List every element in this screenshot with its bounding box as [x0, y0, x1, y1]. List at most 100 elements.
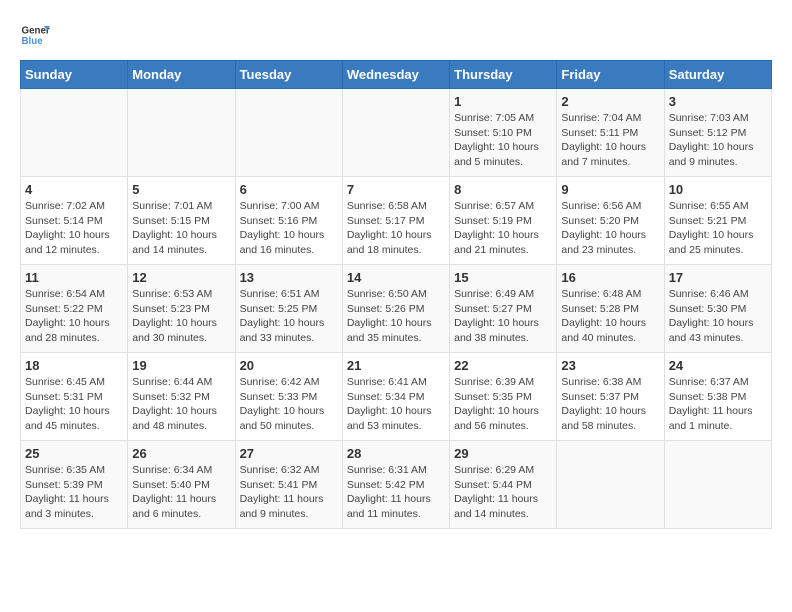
day-info: Sunrise: 6:56 AMSunset: 5:20 PMDaylight:… [561, 199, 659, 258]
day-number: 23 [561, 358, 659, 373]
calendar-cell: 21 Sunrise: 6:41 AMSunset: 5:34 PMDayligh… [342, 353, 449, 441]
day-info: Sunrise: 6:44 AMSunset: 5:32 PMDaylight:… [132, 375, 230, 434]
logo-icon: General Blue [20, 20, 50, 50]
calendar-cell [557, 441, 664, 529]
day-number: 8 [454, 182, 552, 197]
calendar-cell: 25 Sunrise: 6:35 AMSunset: 5:39 PMDayligh… [21, 441, 128, 529]
day-info: Sunrise: 7:01 AMSunset: 5:15 PMDaylight:… [132, 199, 230, 258]
calendar-cell: 29 Sunrise: 6:29 AMSunset: 5:44 PMDayligh… [450, 441, 557, 529]
calendar-cell: 28 Sunrise: 6:31 AMSunset: 5:42 PMDayligh… [342, 441, 449, 529]
calendar-week-row: 25 Sunrise: 6:35 AMSunset: 5:39 PMDayligh… [21, 441, 772, 529]
calendar-cell: 20 Sunrise: 6:42 AMSunset: 5:33 PMDayligh… [235, 353, 342, 441]
day-number: 15 [454, 270, 552, 285]
calendar-cell: 27 Sunrise: 6:32 AMSunset: 5:41 PMDayligh… [235, 441, 342, 529]
day-info: Sunrise: 6:54 AMSunset: 5:22 PMDaylight:… [25, 287, 123, 346]
calendar-week-row: 11 Sunrise: 6:54 AMSunset: 5:22 PMDayligh… [21, 265, 772, 353]
calendar-cell: 17 Sunrise: 6:46 AMSunset: 5:30 PMDayligh… [664, 265, 771, 353]
day-info: Sunrise: 6:55 AMSunset: 5:21 PMDaylight:… [669, 199, 767, 258]
weekday-header: Tuesday [235, 61, 342, 89]
day-number: 13 [240, 270, 338, 285]
day-info: Sunrise: 7:00 AMSunset: 5:16 PMDaylight:… [240, 199, 338, 258]
day-info: Sunrise: 6:53 AMSunset: 5:23 PMDaylight:… [132, 287, 230, 346]
calendar-cell: 1 Sunrise: 7:05 AMSunset: 5:10 PMDaylight… [450, 89, 557, 177]
day-info: Sunrise: 6:37 AMSunset: 5:38 PMDaylight:… [669, 375, 767, 434]
day-info: Sunrise: 7:03 AMSunset: 5:12 PMDaylight:… [669, 111, 767, 170]
day-number: 29 [454, 446, 552, 461]
day-number: 10 [669, 182, 767, 197]
calendar-cell: 24 Sunrise: 6:37 AMSunset: 5:38 PMDayligh… [664, 353, 771, 441]
day-number: 11 [25, 270, 123, 285]
day-number: 27 [240, 446, 338, 461]
day-number: 21 [347, 358, 445, 373]
calendar-cell: 4 Sunrise: 7:02 AMSunset: 5:14 PMDaylight… [21, 177, 128, 265]
calendar-cell: 8 Sunrise: 6:57 AMSunset: 5:19 PMDaylight… [450, 177, 557, 265]
day-info: Sunrise: 6:41 AMSunset: 5:34 PMDaylight:… [347, 375, 445, 434]
day-number: 14 [347, 270, 445, 285]
day-info: Sunrise: 6:35 AMSunset: 5:39 PMDaylight:… [25, 463, 123, 522]
day-number: 12 [132, 270, 230, 285]
calendar-cell: 2 Sunrise: 7:04 AMSunset: 5:11 PMDaylight… [557, 89, 664, 177]
calendar-cell: 7 Sunrise: 6:58 AMSunset: 5:17 PMDaylight… [342, 177, 449, 265]
calendar-table: SundayMondayTuesdayWednesdayThursdayFrid… [20, 60, 772, 529]
day-info: Sunrise: 7:02 AMSunset: 5:14 PMDaylight:… [25, 199, 123, 258]
day-number: 1 [454, 94, 552, 109]
logo: General Blue [20, 20, 50, 50]
calendar-cell: 19 Sunrise: 6:44 AMSunset: 5:32 PMDayligh… [128, 353, 235, 441]
day-number: 6 [240, 182, 338, 197]
day-number: 17 [669, 270, 767, 285]
day-info: Sunrise: 6:38 AMSunset: 5:37 PMDaylight:… [561, 375, 659, 434]
day-info: Sunrise: 7:05 AMSunset: 5:10 PMDaylight:… [454, 111, 552, 170]
calendar-cell: 11 Sunrise: 6:54 AMSunset: 5:22 PMDayligh… [21, 265, 128, 353]
day-info: Sunrise: 6:29 AMSunset: 5:44 PMDaylight:… [454, 463, 552, 522]
day-info: Sunrise: 6:45 AMSunset: 5:31 PMDaylight:… [25, 375, 123, 434]
weekday-header: Monday [128, 61, 235, 89]
day-number: 18 [25, 358, 123, 373]
day-info: Sunrise: 6:42 AMSunset: 5:33 PMDaylight:… [240, 375, 338, 434]
day-info: Sunrise: 6:32 AMSunset: 5:41 PMDaylight:… [240, 463, 338, 522]
day-number: 19 [132, 358, 230, 373]
calendar-cell: 13 Sunrise: 6:51 AMSunset: 5:25 PMDayligh… [235, 265, 342, 353]
calendar-week-row: 1 Sunrise: 7:05 AMSunset: 5:10 PMDaylight… [21, 89, 772, 177]
day-number: 9 [561, 182, 659, 197]
day-number: 26 [132, 446, 230, 461]
calendar-cell: 3 Sunrise: 7:03 AMSunset: 5:12 PMDaylight… [664, 89, 771, 177]
day-number: 4 [25, 182, 123, 197]
day-info: Sunrise: 6:58 AMSunset: 5:17 PMDaylight:… [347, 199, 445, 258]
calendar-cell: 26 Sunrise: 6:34 AMSunset: 5:40 PMDayligh… [128, 441, 235, 529]
day-info: Sunrise: 6:39 AMSunset: 5:35 PMDaylight:… [454, 375, 552, 434]
day-info: Sunrise: 6:34 AMSunset: 5:40 PMDaylight:… [132, 463, 230, 522]
calendar-cell: 12 Sunrise: 6:53 AMSunset: 5:23 PMDayligh… [128, 265, 235, 353]
day-info: Sunrise: 6:57 AMSunset: 5:19 PMDaylight:… [454, 199, 552, 258]
calendar-cell: 23 Sunrise: 6:38 AMSunset: 5:37 PMDayligh… [557, 353, 664, 441]
calendar-cell [342, 89, 449, 177]
day-info: Sunrise: 6:46 AMSunset: 5:30 PMDaylight:… [669, 287, 767, 346]
day-info: Sunrise: 7:04 AMSunset: 5:11 PMDaylight:… [561, 111, 659, 170]
day-number: 28 [347, 446, 445, 461]
day-number: 16 [561, 270, 659, 285]
weekday-header: Friday [557, 61, 664, 89]
calendar-cell: 22 Sunrise: 6:39 AMSunset: 5:35 PMDayligh… [450, 353, 557, 441]
day-info: Sunrise: 6:49 AMSunset: 5:27 PMDaylight:… [454, 287, 552, 346]
day-number: 24 [669, 358, 767, 373]
calendar-cell [664, 441, 771, 529]
day-number: 22 [454, 358, 552, 373]
day-number: 3 [669, 94, 767, 109]
day-number: 2 [561, 94, 659, 109]
calendar-cell: 9 Sunrise: 6:56 AMSunset: 5:20 PMDaylight… [557, 177, 664, 265]
calendar-week-row: 18 Sunrise: 6:45 AMSunset: 5:31 PMDayligh… [21, 353, 772, 441]
day-info: Sunrise: 6:51 AMSunset: 5:25 PMDaylight:… [240, 287, 338, 346]
day-number: 25 [25, 446, 123, 461]
day-info: Sunrise: 6:31 AMSunset: 5:42 PMDaylight:… [347, 463, 445, 522]
day-number: 7 [347, 182, 445, 197]
calendar-week-row: 4 Sunrise: 7:02 AMSunset: 5:14 PMDaylight… [21, 177, 772, 265]
calendar-cell: 10 Sunrise: 6:55 AMSunset: 5:21 PMDayligh… [664, 177, 771, 265]
weekday-header: Wednesday [342, 61, 449, 89]
day-info: Sunrise: 6:50 AMSunset: 5:26 PMDaylight:… [347, 287, 445, 346]
calendar-cell: 5 Sunrise: 7:01 AMSunset: 5:15 PMDaylight… [128, 177, 235, 265]
day-number: 5 [132, 182, 230, 197]
calendar-cell: 14 Sunrise: 6:50 AMSunset: 5:26 PMDayligh… [342, 265, 449, 353]
calendar-cell [128, 89, 235, 177]
weekday-header: Thursday [450, 61, 557, 89]
day-number: 20 [240, 358, 338, 373]
weekday-header: Sunday [21, 61, 128, 89]
